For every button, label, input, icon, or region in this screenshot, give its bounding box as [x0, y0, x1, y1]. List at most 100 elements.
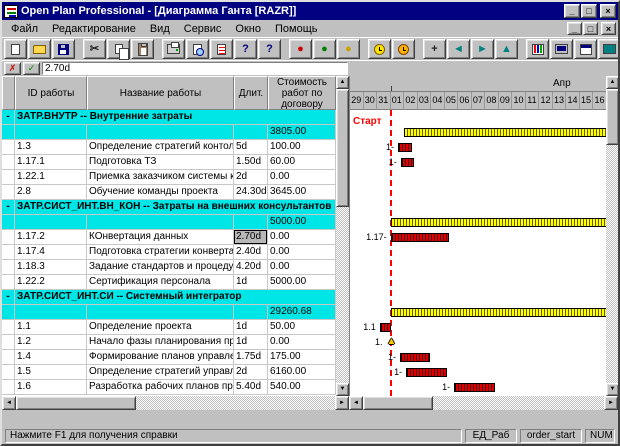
col-header-id[interactable]: ID работы	[15, 76, 87, 110]
task-row[interactable]: 2.8Обучение команды проекта24.30d3645.00	[2, 185, 336, 200]
task-name-cell[interactable]: Начало фазы планирования проекта	[87, 335, 234, 350]
task-name-cell[interactable]: Определение стратегий контоля и отч	[87, 140, 234, 155]
task-cost-cell[interactable]: 175.00	[268, 350, 336, 365]
save-button[interactable]	[52, 39, 75, 59]
task-dur-cell[interactable]: 4.20d	[234, 260, 268, 275]
pie-yellow-button[interactable]: ●	[337, 39, 360, 59]
cut-button[interactable]: ✂	[83, 39, 106, 59]
task-dur-cell[interactable]: 24.30d	[234, 185, 268, 200]
task-row[interactable]: 1.22.2Сертификация персонала1d5000.00	[2, 275, 336, 290]
task-bar[interactable]	[401, 158, 414, 167]
mdi-close-button[interactable]: ×	[601, 22, 616, 35]
task-row[interactable]: 1.22.1Приемка заказчиком системы клиент2…	[2, 170, 336, 185]
screen-button[interactable]	[598, 39, 620, 59]
task-id-cell[interactable]: 1.17.1	[15, 155, 87, 170]
stopwatch-button[interactable]	[392, 39, 415, 59]
task-name-cell[interactable]: Подготовка стратегии конвертации	[87, 245, 234, 260]
summary-bar[interactable]	[391, 308, 606, 317]
task-row[interactable]: 1.6Разработка рабочих планов проекта5.40…	[2, 380, 336, 395]
task-cost-cell[interactable]: 6160.00	[268, 365, 336, 380]
task-row[interactable]: 1.4Формирование планов управления1.75d17…	[2, 350, 336, 365]
summary-bar[interactable]	[404, 128, 606, 137]
task-id-cell[interactable]: 1.4	[15, 350, 87, 365]
task-name-cell[interactable]: Приемка заказчиком системы клиент	[87, 170, 234, 185]
prev-button[interactable]: ◄	[447, 39, 470, 59]
scroll-up-button[interactable]: ▲	[606, 76, 618, 89]
gantt-vscrollbar[interactable]: ▲ ▼	[606, 76, 618, 396]
collapse-toggle[interactable]: -	[2, 200, 15, 215]
task-id-cell[interactable]: 1.2	[15, 335, 87, 350]
gantt-hscrollbar[interactable]: ◄ ►	[349, 396, 618, 410]
title-bar[interactable]: Open Plan Professional - [Диаграмма Гант…	[2, 2, 618, 20]
task-dur-cell[interactable]: 1.75d	[234, 350, 268, 365]
task-name-cell[interactable]: Формирование планов управления	[87, 350, 234, 365]
menu-item-Помощь[interactable]: Помощь	[268, 22, 325, 36]
scroll-track[interactable]	[16, 396, 335, 410]
cell-edit-input[interactable]	[42, 62, 348, 75]
scroll-thumb[interactable]	[336, 89, 349, 207]
task-cost-cell[interactable]: 0.00	[268, 230, 336, 245]
total-row[interactable]: 5000.00	[2, 215, 336, 230]
task-dur-cell[interactable]: 1d	[234, 320, 268, 335]
table-hscrollbar[interactable]: ◄ ►	[2, 396, 349, 410]
task-id-cell[interactable]: 1.1	[15, 320, 87, 335]
table-vscrollbar[interactable]: ▲ ▼	[336, 76, 349, 396]
task-id-cell[interactable]: 1.17.2	[15, 230, 87, 245]
mdi-minimize-button[interactable]: _	[567, 22, 582, 35]
maximize-button[interactable]: □	[581, 4, 597, 18]
report-button[interactable]	[210, 39, 233, 59]
task-dur-cell[interactable]: 2d	[234, 365, 268, 380]
scroll-down-button[interactable]: ▼	[606, 383, 618, 396]
task-row[interactable]: 1.17.4Подготовка стратегии конвертации2.…	[2, 245, 336, 260]
task-dur-cell[interactable]: 1.50d	[234, 155, 268, 170]
task-id-cell[interactable]: 1.18.3	[15, 260, 87, 275]
task-id-cell[interactable]: 2.8	[15, 185, 87, 200]
task-bar[interactable]	[400, 353, 430, 362]
task-row[interactable]: 1.3Определение стратегий контоля и отч5d…	[2, 140, 336, 155]
scroll-right-button[interactable]: ►	[604, 396, 618, 410]
task-row[interactable]: 1.17.2КОнвертация данных2.70d0.00	[2, 230, 336, 245]
help-button[interactable]: ?	[234, 39, 257, 59]
new-button[interactable]	[4, 39, 27, 59]
task-cost-cell[interactable]: 0.00	[268, 335, 336, 350]
print-button[interactable]	[162, 39, 185, 59]
next-button[interactable]: ►	[471, 39, 494, 59]
collapse-toggle[interactable]: -	[2, 290, 15, 305]
total-row[interactable]: 29260.68	[2, 305, 336, 320]
task-dur-cell[interactable]: 5d	[234, 140, 268, 155]
col-header-duration[interactable]: Длит.	[234, 76, 268, 110]
mdi-restore-button[interactable]: □	[583, 22, 598, 35]
chart-bars-button[interactable]	[526, 39, 549, 59]
task-name-cell[interactable]: Задание стандартов и процедур по д	[87, 260, 234, 275]
task-cost-cell[interactable]: 0.00	[268, 245, 336, 260]
task-cost-cell[interactable]: 0.00	[268, 260, 336, 275]
task-dur-cell[interactable]: 1d	[234, 335, 268, 350]
task-dur-cell[interactable]: 2d	[234, 170, 268, 185]
task-bar[interactable]	[380, 323, 391, 332]
task-id-cell[interactable]: 1.22.1	[15, 170, 87, 185]
task-name-cell[interactable]: Обучение команды проекта	[87, 185, 234, 200]
menu-item-Вид[interactable]: Вид	[143, 22, 177, 36]
menu-item-Файл[interactable]: Файл	[4, 22, 45, 36]
task-dur-cell[interactable]: 1d	[234, 275, 268, 290]
task-bar[interactable]	[391, 233, 450, 242]
clock-button[interactable]	[368, 39, 391, 59]
scroll-thumb[interactable]	[363, 396, 433, 410]
add-button[interactable]: +	[423, 39, 446, 59]
accept-edit-button[interactable]: ✓	[23, 62, 40, 75]
up-button[interactable]: ▲	[495, 39, 518, 59]
task-cost-cell[interactable]: 3645.00	[268, 185, 336, 200]
task-id-cell[interactable]: 1.5	[15, 365, 87, 380]
task-id-cell[interactable]: 1.3	[15, 140, 87, 155]
scroll-thumb[interactable]	[606, 89, 618, 145]
scroll-right-button[interactable]: ►	[335, 396, 349, 410]
section-row[interactable]: -ЗАТР.СИСТ_ИНТ.ВН_КОН -- Затраты на внеш…	[2, 200, 336, 215]
cancel-edit-button[interactable]: ✗	[4, 62, 21, 75]
task-bar[interactable]	[406, 368, 447, 377]
task-name-cell[interactable]: Разработка рабочих планов проекта	[87, 380, 234, 395]
col-header-name[interactable]: Название работы	[87, 76, 234, 110]
task-dur-cell[interactable]: 5.40d	[234, 380, 268, 395]
task-cost-cell[interactable]: 0.00	[268, 170, 336, 185]
task-bar[interactable]	[454, 383, 495, 392]
section-row[interactable]: -ЗАТР.СИСТ_ИНТ.СИ -- Системный интеграто…	[2, 290, 336, 305]
